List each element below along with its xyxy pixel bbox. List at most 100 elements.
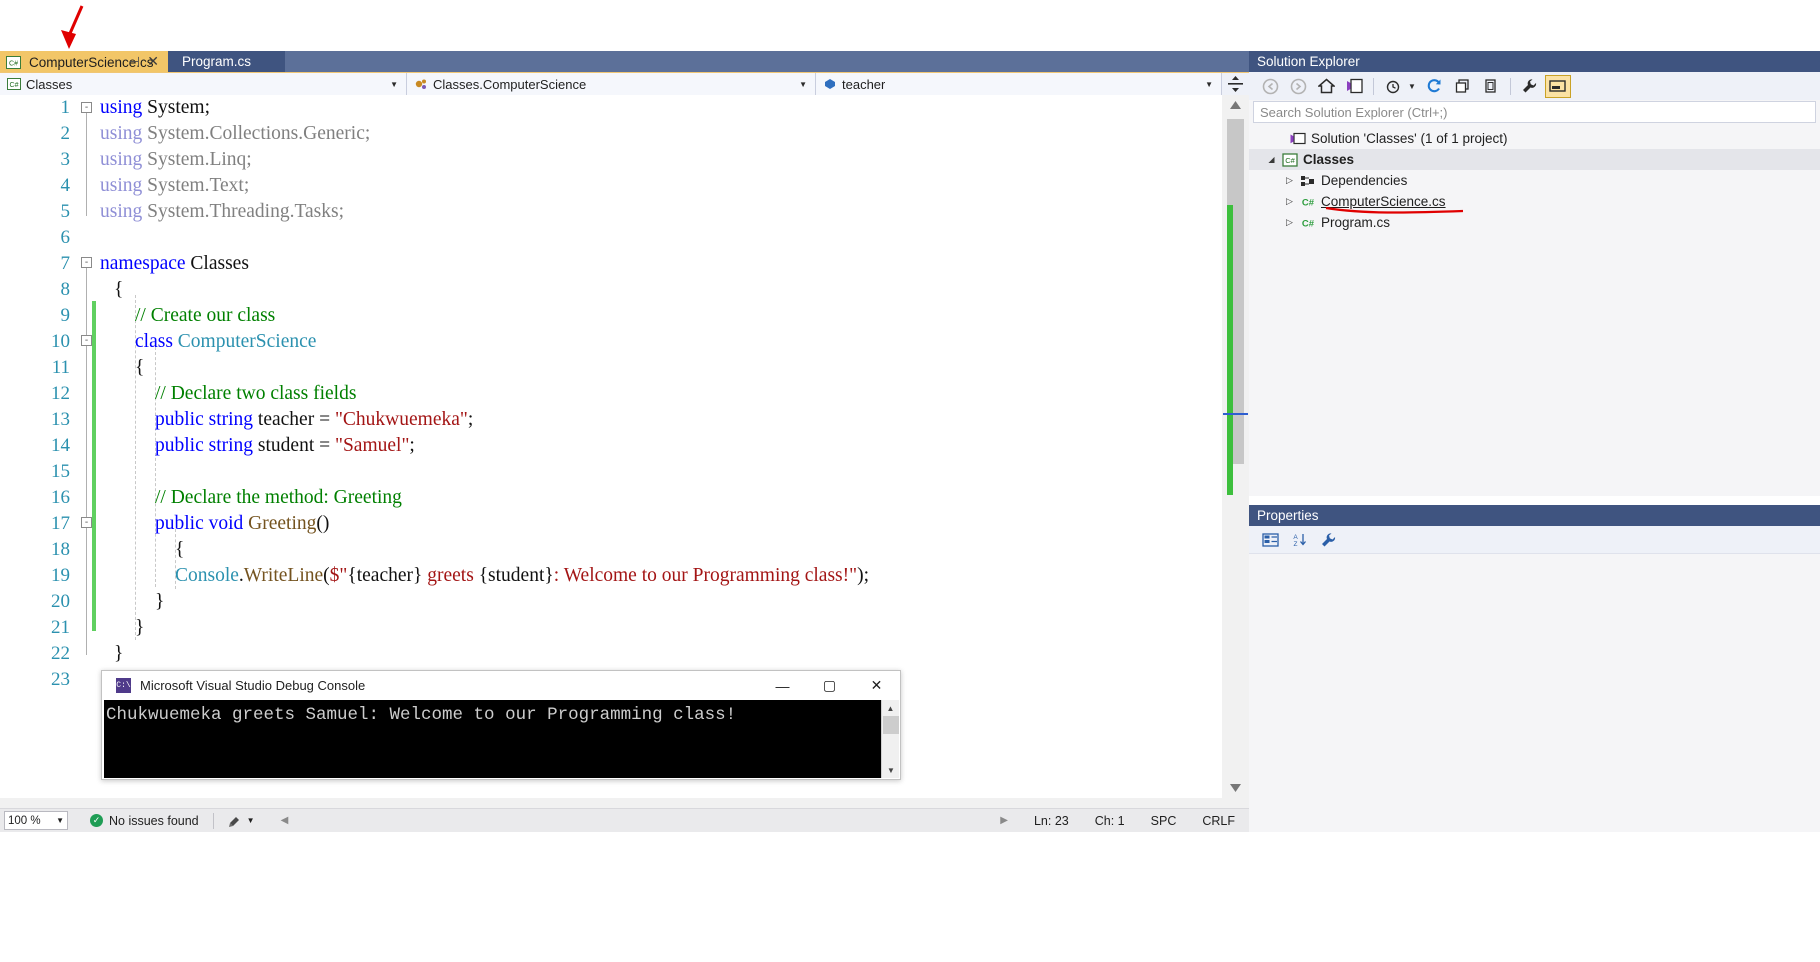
token-writeline: WriteLine [243, 565, 324, 586]
debug-console-window[interactable]: C:\ Microsoft Visual Studio Debug Consol… [101, 670, 901, 780]
outlining-column[interactable]: - - - - [78, 95, 100, 798]
chevron-down-icon[interactable]: ▼ [1408, 82, 1416, 91]
minimize-icon[interactable]: — [759, 671, 806, 700]
console-titlebar[interactable]: C:\ Microsoft Visual Studio Debug Consol… [102, 671, 900, 700]
properties-grid[interactable] [1249, 554, 1820, 808]
scroll-right-icon[interactable]: ▶ [1000, 815, 1008, 826]
token-using: using [100, 97, 143, 118]
search-solution-explorer-input[interactable]: Search Solution Explorer (Ctrl+;) [1253, 101, 1816, 123]
panel-title: Solution Explorer [1257, 54, 1360, 69]
scroll-down-icon[interactable]: ▼ [882, 762, 900, 778]
chevron-collapsed-icon[interactable]: ▷ [1281, 196, 1298, 207]
tab-label: Program.cs [182, 54, 252, 69]
top-strip [0, 0, 1820, 51]
refresh-icon[interactable] [1422, 75, 1448, 98]
token-class-keyword: class [135, 331, 173, 352]
navbar-project-dropdown[interactable]: C# Classes ▼ [0, 73, 407, 95]
code-line-17: public void Greeting() [155, 513, 329, 535]
scroll-up-icon[interactable]: ▲ [882, 700, 899, 716]
line-number: 8 [60, 279, 71, 300]
zoom-level-selector[interactable]: 100 % ▼ [4, 811, 68, 830]
token-student-identifier: student = [253, 435, 335, 456]
line-number: 6 [60, 227, 71, 248]
solution-explorer-toolbar: ▼ [1249, 72, 1820, 100]
issues-status[interactable]: ✓ No issues found [90, 814, 199, 828]
field-icon [823, 78, 837, 90]
dependencies-icon [1298, 174, 1318, 188]
preview-selected-items-icon[interactable] [1544, 74, 1571, 98]
spaces-indicator[interactable]: SPC [1151, 814, 1177, 828]
chevron-down-icon[interactable]: ▼ [1205, 80, 1213, 89]
split-editor-button[interactable] [1222, 72, 1249, 95]
feedback-icon[interactable]: ▼ [228, 814, 255, 828]
tree-item-classes-project[interactable]: ◢ C# Classes [1249, 149, 1820, 170]
solution-tree[interactable]: Solution 'Classes' (1 of 1 project) ◢ C#… [1249, 123, 1820, 233]
navbar-member-dropdown[interactable]: teacher ▼ [816, 73, 1222, 95]
pin-icon[interactable]: ⊣ [129, 54, 140, 70]
code-line-20: } [155, 591, 164, 613]
history-icon[interactable] [1380, 75, 1406, 98]
chevron-expanded-icon[interactable]: ◢ [1263, 155, 1280, 164]
chevron-collapsed-icon[interactable]: ▷ [1281, 175, 1298, 186]
show-all-files-icon[interactable] [1478, 75, 1504, 98]
chevron-collapsed-icon[interactable]: ▷ [1281, 217, 1298, 228]
scroll-left-icon[interactable]: ◀ [281, 815, 289, 826]
token-using: using [100, 149, 143, 170]
categorized-icon[interactable] [1257, 528, 1283, 551]
chevron-down-icon[interactable]: ▼ [56, 816, 64, 825]
code-line-16: // Declare the method: Greeting [155, 487, 402, 509]
fold-toggle-namespace[interactable]: - [81, 257, 92, 268]
alphabetical-icon[interactable]: AZ [1286, 528, 1312, 551]
token-string-type: string [208, 409, 254, 430]
status-divider [212, 812, 214, 829]
scroll-up-icon[interactable] [1222, 95, 1249, 115]
eol-indicator[interactable]: CRLF [1202, 814, 1235, 828]
tree-item-solution[interactable]: Solution 'Classes' (1 of 1 project) [1249, 128, 1820, 149]
svg-text:A: A [1293, 534, 1298, 541]
line-number: 1 [60, 97, 71, 118]
home-icon[interactable] [1313, 75, 1339, 98]
editor-navigation-bar: C# Classes ▼ Classes.ComputerScience ▼ t… [0, 72, 1222, 95]
tab-program-cs[interactable]: Program.cs [168, 51, 285, 72]
chevron-down-icon[interactable]: ▼ [799, 80, 807, 89]
console-scrollbar[interactable]: ▲ ▼ [881, 700, 899, 778]
token-brace-open: { [175, 539, 185, 560]
line-number: 23 [51, 669, 70, 690]
line-number: 20 [51, 591, 70, 612]
token-close-paren-semi: ); [857, 565, 870, 586]
collapse-all-icon[interactable] [1450, 75, 1476, 98]
property-pages-wrench-icon[interactable] [1315, 528, 1341, 551]
close-icon[interactable]: ✕ [853, 671, 900, 700]
chevron-down-icon[interactable]: ▼ [247, 816, 255, 825]
forward-icon[interactable] [1285, 75, 1311, 98]
code-line-12: // Declare two class fields [155, 383, 356, 405]
tree-item-dependencies[interactable]: ▷ Dependencies [1249, 170, 1820, 191]
token-brace-close: } [135, 617, 145, 638]
fold-toggle-class[interactable]: - [81, 335, 92, 346]
navbar-project-value: Classes [26, 76, 73, 92]
token-brace-open: { [135, 357, 145, 378]
red-annotation-arrow-icon [61, 5, 84, 49]
pending-changes-icon[interactable] [1341, 75, 1367, 98]
svg-text:C#: C# [9, 60, 18, 67]
chevron-down-icon[interactable]: ▼ [390, 80, 398, 89]
code-line-11: { [135, 357, 144, 379]
properties-wrench-icon[interactable] [1517, 75, 1543, 98]
maximize-icon[interactable]: ▢ [806, 671, 853, 700]
token-namespace-ref: System.Threading.Tasks [147, 201, 339, 222]
scroll-down-icon[interactable] [1222, 778, 1249, 798]
navbar-type-dropdown[interactable]: Classes.ComputerScience ▼ [407, 73, 816, 95]
fold-toggle-usings[interactable]: - [81, 102, 92, 113]
line-number: 9 [60, 305, 71, 326]
line-number: 16 [51, 487, 70, 508]
token-greets: greets [422, 565, 479, 586]
scrollbar-thumb[interactable] [883, 716, 899, 734]
back-icon[interactable] [1257, 75, 1283, 98]
tab-computerscience-cs[interactable]: C# ComputerScience.cs ⊣ ✕ [0, 51, 168, 72]
fold-toggle-method[interactable]: - [81, 517, 92, 528]
svg-text:Z: Z [1293, 541, 1297, 548]
token-semicolon: ; [364, 123, 371, 144]
close-icon[interactable]: ✕ [147, 53, 159, 70]
tree-item-computerscience-cs[interactable]: ▷ C# ComputerScience.cs [1249, 191, 1820, 214]
editor-vertical-scrollbar[interactable] [1222, 95, 1249, 798]
